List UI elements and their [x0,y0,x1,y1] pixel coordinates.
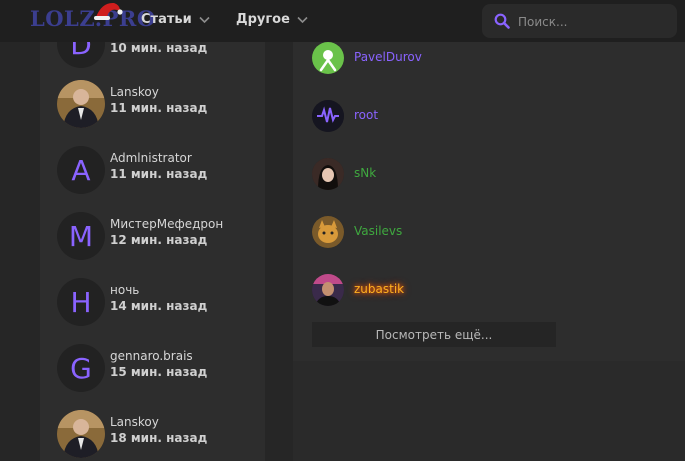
user-avatar[interactable] [312,100,344,132]
user-avatar[interactable] [312,216,344,248]
visitor-name[interactable]: Admlnistrator [110,151,192,165]
user-avatar[interactable] [312,158,344,190]
nav-other-label: Другое [236,12,290,27]
letter-avatar[interactable]: A [57,146,105,194]
user-avatar[interactable] [312,42,344,74]
member-name[interactable]: Vasilevs [354,224,402,238]
nav-articles[interactable]: Статьи [141,12,210,27]
visitor-time: 14 мин. назад [110,299,208,313]
visitor-item[interactable]: Lanskoy 11 мин. назад [57,80,262,128]
members-panel: PavelDurov root sNk Vasilevs zubastik По… [293,0,685,361]
visitor-name[interactable]: МистерМефедрон [110,217,223,231]
letter-avatar[interactable]: H [57,278,105,326]
nav-articles-label: Статьи [141,12,192,27]
recent-visitors-panel: D 10 мин. назад Lanskoy 11 мин. назад A … [40,0,265,461]
visitor-time: 11 мин. назад [110,101,208,115]
user-avatar[interactable] [312,274,344,306]
member-name[interactable]: zubastik [354,282,404,296]
search-box[interactable] [482,4,677,38]
visitor-item[interactable]: Lanskoy 18 мин. назад [57,410,262,458]
chevron-down-icon [297,16,308,23]
page-background-area [293,361,685,461]
visitor-time: 15 мин. назад [110,365,208,379]
nav-other[interactable]: Другое [236,12,308,27]
show-more-button[interactable]: Посмотреть ещё... [312,322,556,347]
user-avatar[interactable] [57,80,105,128]
visitor-time: 11 мин. назад [110,167,208,181]
visitor-name[interactable]: Lanskoy [110,415,159,429]
member-item[interactable]: PavelDurov [312,42,532,74]
visitor-time: 18 мин. назад [110,431,208,445]
user-avatar[interactable] [57,410,105,458]
visitor-name[interactable]: Lanskoy [110,85,159,99]
letter-avatar[interactable]: G [57,344,105,392]
visitor-time: 10 мин. назад [110,41,208,55]
member-name[interactable]: root [354,108,378,122]
santa-hat-icon [94,2,123,20]
member-item[interactable]: root [312,100,532,132]
member-name[interactable]: PavelDurov [354,50,422,64]
member-name[interactable]: sNk [354,166,376,180]
visitor-item[interactable]: H ночь 14 мин. назад [57,278,262,326]
search-input[interactable] [516,11,670,33]
member-item[interactable]: zubastik [312,274,532,306]
visitor-name[interactable]: gennaro.brais [110,349,193,363]
visitor-item[interactable]: G gennaro.brais 15 мин. назад [57,344,262,392]
search-icon [494,13,510,29]
visitor-time: 12 мин. назад [110,233,208,247]
top-navbar: LOLZ.PRO Статьи Другое [0,0,685,42]
member-item[interactable]: sNk [312,158,532,190]
member-item[interactable]: Vasilevs [312,216,532,248]
visitor-name[interactable]: ночь [110,283,139,297]
chevron-down-icon [199,16,210,23]
letter-avatar[interactable]: M [57,212,105,260]
visitor-item[interactable]: M МистерМефедрон 12 мин. назад [57,212,262,260]
visitor-item[interactable]: A Admlnistrator 11 мин. назад [57,146,262,194]
